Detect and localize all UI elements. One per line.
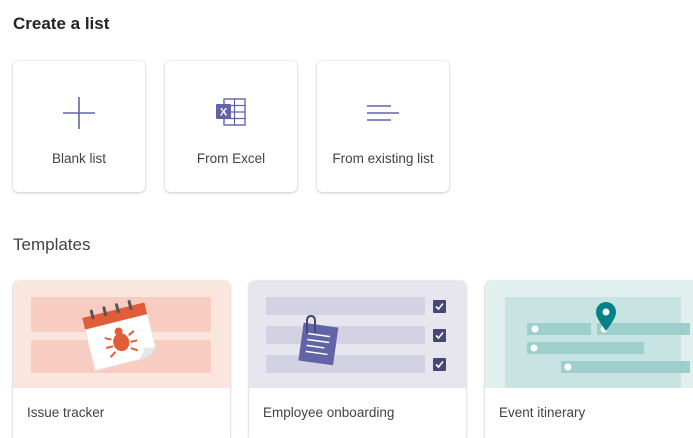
from-existing-list-label: From existing list	[332, 151, 434, 166]
employee-onboarding-illustration	[249, 281, 466, 388]
blank-list-button[interactable]: Blank list	[13, 61, 145, 192]
blank-list-label: Blank list	[51, 151, 107, 166]
template-issue-tracker[interactable]: Issue tracker	[13, 281, 230, 438]
template-employee-onboarding[interactable]: Employee onboarding	[249, 281, 466, 438]
employee-onboarding-label: Employee onboarding	[263, 405, 395, 420]
event-itinerary-illustration	[485, 281, 693, 388]
list-lines-icon	[365, 95, 401, 131]
excel-icon: X	[213, 95, 249, 131]
issue-tracker-illustration	[13, 281, 230, 388]
page-title: Create a list	[13, 14, 110, 33]
plus-icon	[61, 95, 97, 131]
svg-text:X: X	[220, 107, 228, 119]
template-event-itinerary[interactable]: Event itinerary	[485, 281, 693, 438]
templates-heading: Templates	[13, 235, 91, 254]
from-excel-label: From Excel	[196, 151, 266, 166]
from-existing-list-button[interactable]: From existing list	[317, 61, 449, 192]
issue-tracker-label: Issue tracker	[27, 405, 105, 420]
event-itinerary-label: Event itinerary	[499, 405, 586, 420]
from-excel-button[interactable]: X From Excel	[165, 61, 297, 192]
